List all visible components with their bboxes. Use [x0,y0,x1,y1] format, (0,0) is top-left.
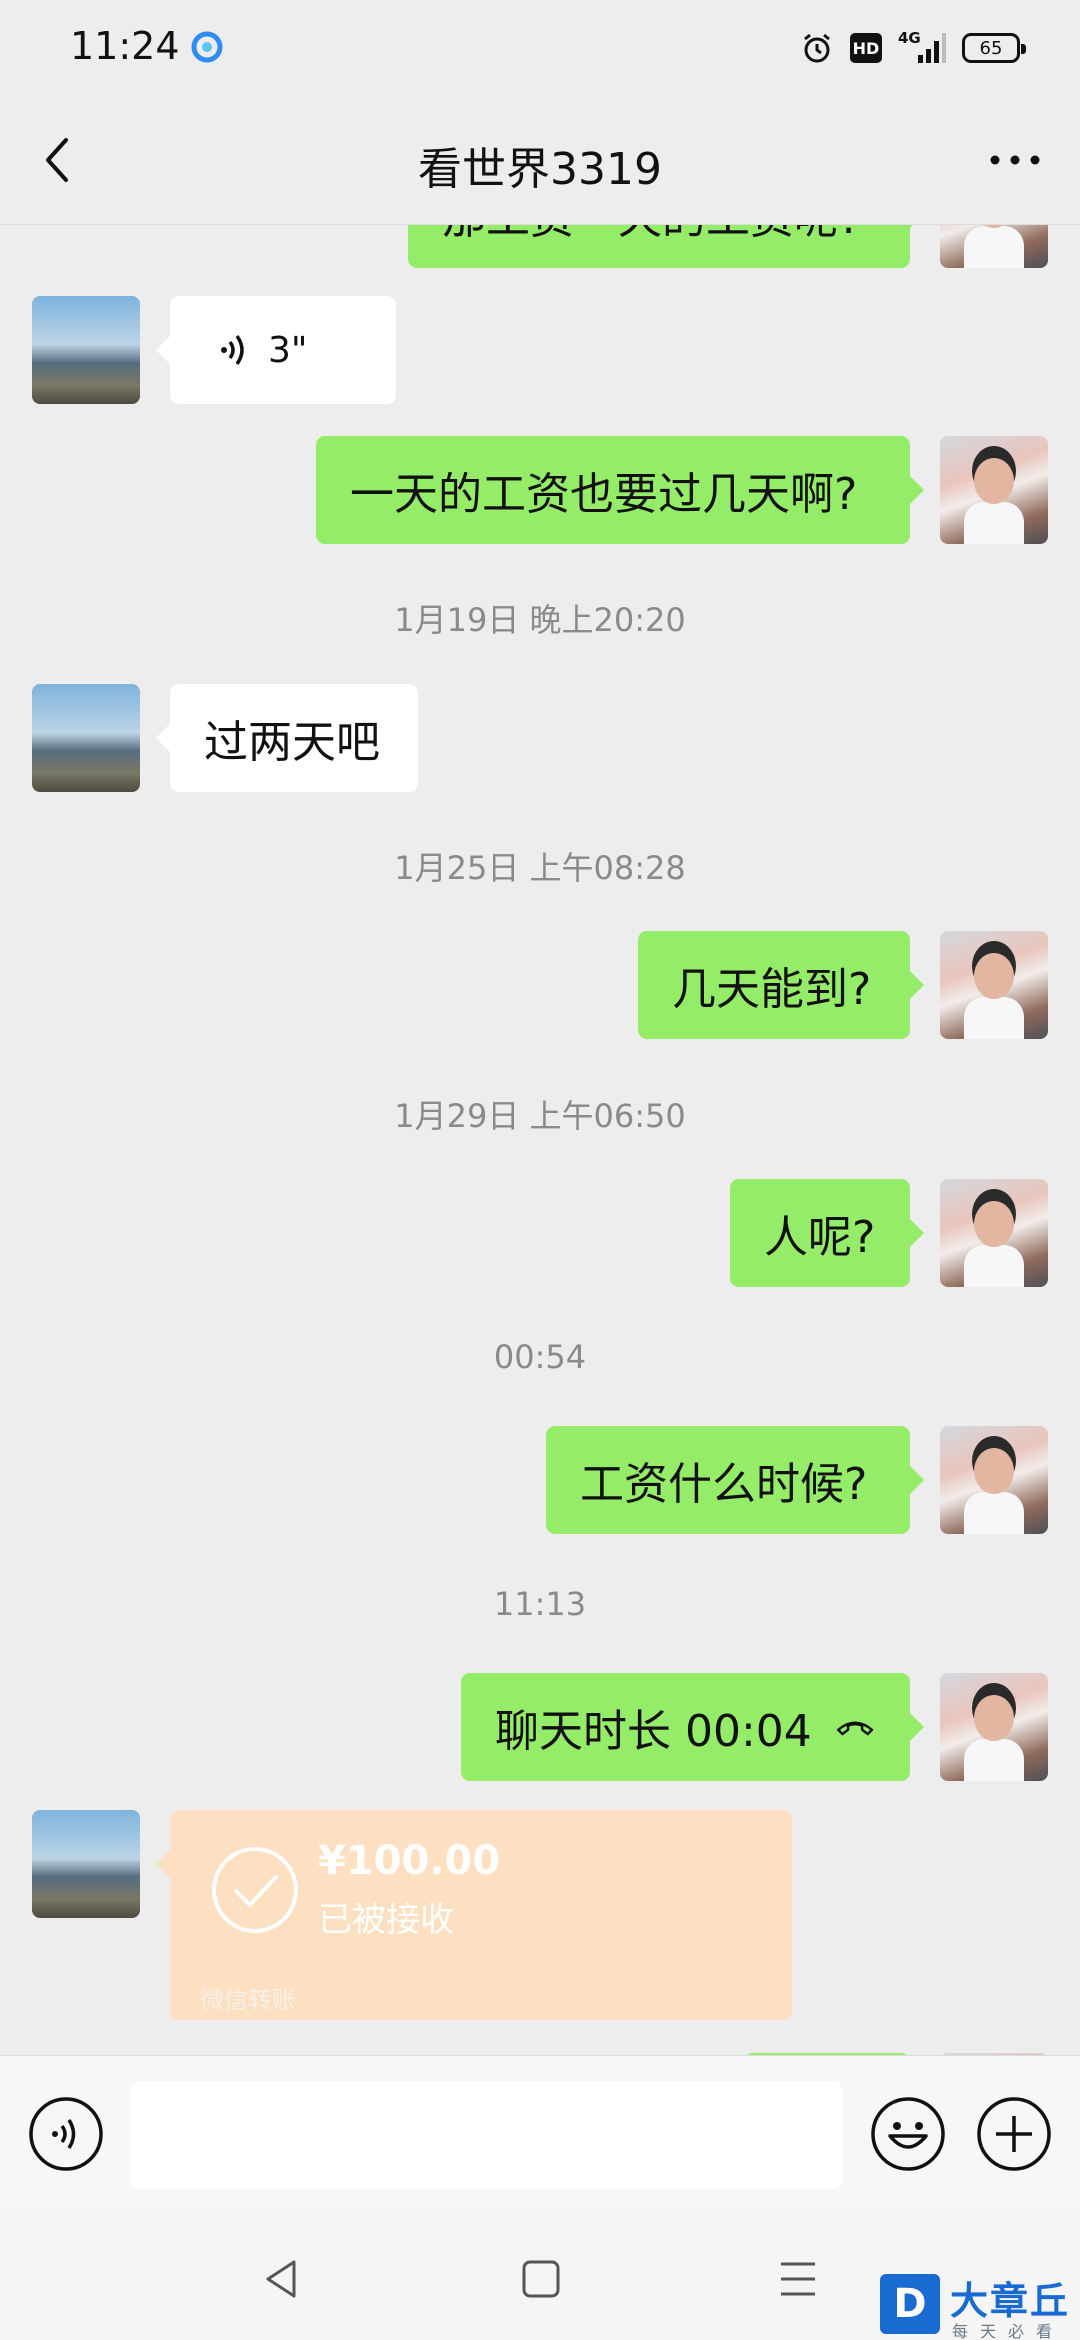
voice-message[interactable]: 3" [156,296,396,404]
call-duration-text: 聊天时长 00:04 [495,1706,812,1757]
message-bubble-out[interactable]: 工资什么时候? [546,1426,924,1534]
transfer-footer: 微信转账 [200,1986,296,2014]
status-time: 11:24 [70,24,180,68]
message-bubble-out[interactable]: 几天能到? [638,931,924,1039]
app-notification-icon [191,31,223,63]
chat-header: 看世界3319 [0,95,1080,225]
timestamp: 1月29日 上午06:50 [394,1097,686,1135]
chat-title: 看世界3319 [418,144,662,195]
my-avatar[interactable] [940,1179,1048,1287]
message-bubble-out[interactable]: 一天的工资也要过几天啊? [316,436,924,544]
contact-avatar[interactable] [32,1810,140,1918]
watermark-logo: D 大章丘 每天必看 [880,2270,1080,2340]
message-text: 几天能到? [672,964,872,1015]
transfer-amount: ¥100.00 [318,1838,501,1884]
emoji-icon[interactable] [870,2096,946,2172]
my-avatar[interactable] [940,225,1048,268]
contact-avatar[interactable] [32,296,140,404]
nav-home-icon[interactable] [516,2254,566,2304]
alarm-icon [804,33,830,63]
nav-back-icon[interactable] [258,2254,308,2304]
plus-icon[interactable] [976,2096,1052,2172]
message-text: 人呢? [764,1212,876,1263]
timestamp: 1月19日 晚上20:20 [394,601,686,639]
voice-duration: 3" [268,329,308,371]
voice-wave-icon [221,334,244,366]
status-icons: HD 4G 65 [800,28,1026,68]
message-bubble-in[interactable]: 过两天吧 [156,684,418,792]
battery-icon: 65 [962,33,1026,63]
battery-level: 65 [979,37,1003,59]
transfer-card[interactable]: ¥100.00 已被接收 微信转账 [156,1810,792,2020]
watermark-slogan: 每天必看 [952,2322,1065,2340]
contact-avatar[interactable] [32,684,140,792]
hd-icon: HD [850,33,882,63]
input-bar [0,2055,1080,2210]
call-record-bubble[interactable]: 聊天时长 00:04 [461,1673,924,1781]
message-text: 工资什么时候? [580,1459,868,1510]
message-bubble-out[interactable]: 人呢? [730,1179,924,1287]
voice-input-icon[interactable] [28,2096,104,2172]
signal-icon: 4G [898,29,946,65]
my-avatar[interactable] [940,1426,1048,1534]
nav-menu-icon[interactable] [773,2254,823,2304]
my-avatar[interactable] [940,436,1048,544]
message-input[interactable] [130,2081,842,2189]
transfer-status: 已被接收 [318,1900,454,1940]
watermark-name: 大章丘 [950,2279,1071,2323]
timestamp: 11:13 [493,1585,587,1623]
message-text: 那工资一天的工资呢? [442,225,861,246]
message-bubble-out[interactable]: 那工资一天的工资呢? [408,225,924,268]
message-text: 一天的工资也要过几天啊? [350,469,858,520]
message-list[interactable]: 那工资一天的工资呢? 3" 一天的工资也要过几天啊? 1月19日 晚上20:20… [0,225,1080,2055]
check-circle-icon [212,1847,298,1933]
phone-hangup-icon [836,1721,874,1736]
status-bar: 11:24 HD 4G 65 [0,0,1080,95]
timestamp: 00:54 [493,1338,587,1376]
message-text: 过两天吧 [204,717,380,768]
more-icon[interactable] [980,130,1050,190]
watermark-logo-mark: D [880,2274,940,2334]
my-avatar[interactable] [940,931,1048,1039]
my-avatar[interactable] [940,1673,1048,1781]
timestamp: 1月25日 上午08:28 [394,849,686,887]
